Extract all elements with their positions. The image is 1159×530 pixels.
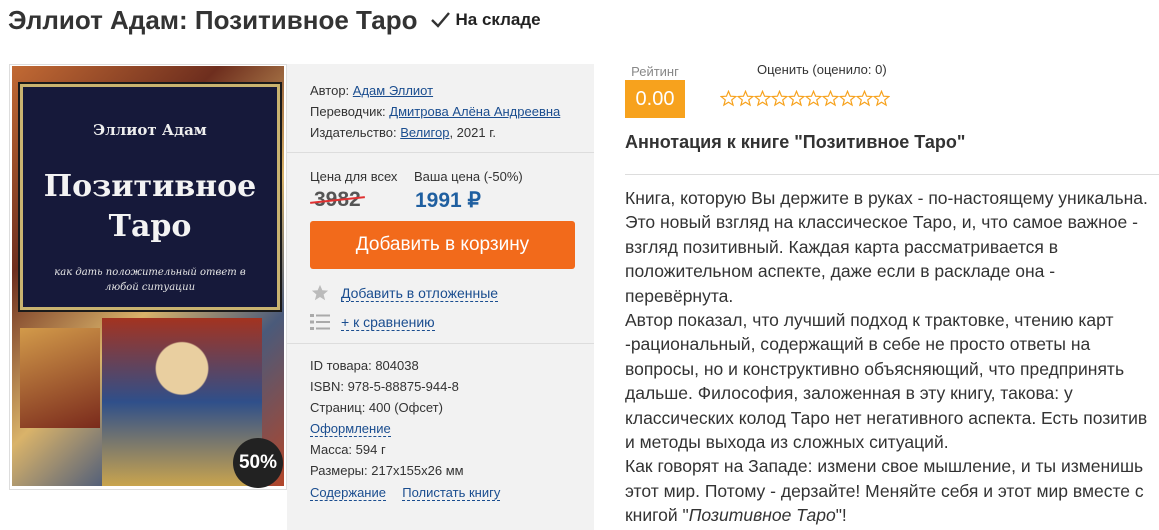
rating-star-icon[interactable] xyxy=(771,90,788,107)
rating-stars[interactable] xyxy=(720,90,890,107)
wishlist-link[interactable]: Добавить в отложенные xyxy=(341,285,499,302)
rating-star-icon[interactable] xyxy=(822,90,839,107)
rating-star-icon[interactable] xyxy=(788,90,805,107)
compare-row[interactable]: + к сравнению xyxy=(310,313,435,331)
annotation-paragraph: Как говорят на Западе: измени свое мышле… xyxy=(625,456,1144,526)
compare-link[interactable]: + к сравнению xyxy=(341,314,435,331)
spec-pages: Страниц: 400 (Офсет) xyxy=(310,400,443,415)
translator-link[interactable]: Дмитрова Алёна Андреевна xyxy=(389,104,560,119)
stock-status: На складе xyxy=(455,10,541,29)
spec-links-row: Содержание Полистать книгу xyxy=(310,485,501,501)
rating-star-icon[interactable] xyxy=(720,90,737,107)
translator-row: Переводчик: Дмитрова Алёна Андреевна xyxy=(310,104,561,119)
cover-author: Эллиот Адам xyxy=(93,121,207,139)
wishlist-row[interactable]: Добавить в отложенные xyxy=(310,284,499,302)
rating-star-icon[interactable] xyxy=(754,90,771,107)
product-panel: Автор: Адам Эллиот Переводчик: Дмитрова … xyxy=(287,64,594,530)
spec-size: Размеры: 217x155x26 мм xyxy=(310,463,464,478)
star-icon xyxy=(311,284,329,301)
spec-isbn: ISBN: 978-5-88875-944-8 xyxy=(310,379,459,394)
spec-weight: Масса: 594 г xyxy=(310,442,386,457)
annotation-paragraph: Книга, которую Вы держите в руках - по-н… xyxy=(625,188,1148,306)
rating-label: Рейтинг xyxy=(631,64,679,79)
annotation-text: Книга, которую Вы держите в руках - по-н… xyxy=(625,186,1155,528)
divider xyxy=(287,343,594,344)
author-row: Автор: Адам Эллиот xyxy=(310,83,434,98)
divider xyxy=(625,174,1159,175)
rating-star-icon[interactable] xyxy=(839,90,856,107)
design-link[interactable]: Оформление xyxy=(310,421,391,437)
list-icon xyxy=(310,314,330,330)
cover-title: Позитивное Таро xyxy=(43,169,257,244)
annotation-paragraph: Автор показал, что лучший подход к тракт… xyxy=(625,310,1148,453)
publisher-link[interactable]: Велигор xyxy=(400,125,449,140)
rating-star-icon[interactable] xyxy=(737,90,754,107)
contents-link[interactable]: Содержание xyxy=(310,485,386,501)
rating-star-icon[interactable] xyxy=(856,90,873,107)
regular-price-label: Цена для всех xyxy=(310,169,398,184)
title-row: Эллиот Адам: Позитивное Таро На складе xyxy=(8,2,541,38)
page-title: Эллиот Адам: Позитивное Таро xyxy=(8,4,418,35)
new-price: 1991 ₽ xyxy=(415,189,481,212)
cover-title-card: Эллиот Адам Позитивное Таро как дать пол… xyxy=(20,84,280,310)
divider xyxy=(287,152,594,153)
spec-id: ID товара: 804038 xyxy=(310,358,419,373)
cover-subtitle: как дать положительный ответ в любой сит… xyxy=(54,267,246,293)
book-cover-frame: Эллиот Адам Позитивное Таро как дать пол… xyxy=(9,64,287,490)
book-cover-image[interactable]: Эллиот Адам Позитивное Таро как дать пол… xyxy=(12,66,284,486)
old-price: 3982 xyxy=(314,188,361,211)
browse-book-link[interactable]: Полистать книгу xyxy=(402,485,501,501)
annotation-title: Аннотация к книге "Позитивное Таро" xyxy=(625,132,966,152)
publisher-row: Издательство: Велигор, 2021 г. xyxy=(310,125,496,140)
rating-star-icon[interactable] xyxy=(873,90,890,107)
add-to-cart-button[interactable]: Добавить в корзину xyxy=(310,221,575,269)
discount-badge: 50% xyxy=(233,438,283,488)
rating-star-icon[interactable] xyxy=(805,90,822,107)
author-link[interactable]: Адам Эллиот xyxy=(353,83,433,98)
spec-design-row: Оформление xyxy=(310,421,391,437)
check-icon xyxy=(431,12,451,28)
rate-caption: Оценить (оценило: 0) xyxy=(757,62,887,77)
rating-value: 0.00 xyxy=(625,80,685,118)
your-price-label: Ваша цена (-50%) xyxy=(414,169,523,184)
